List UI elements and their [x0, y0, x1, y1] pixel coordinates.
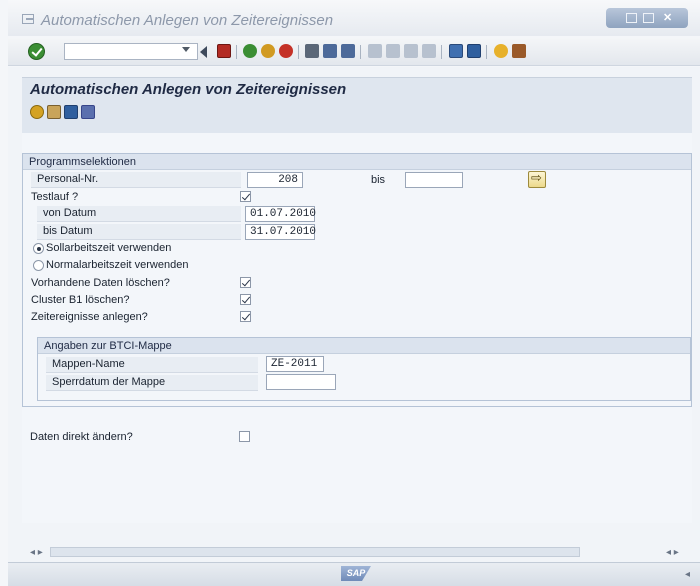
daten-direkt-checkbox[interactable] — [239, 431, 250, 442]
window-menu-icon[interactable] — [22, 14, 34, 24]
selection-screen: Programmselektionen Personal-Nr. 208 bis… — [22, 133, 692, 523]
find-icon[interactable] — [323, 44, 337, 58]
bis-datum-field[interactable]: 31.07.2010 — [245, 224, 316, 240]
toolbar-separator — [298, 45, 299, 59]
system-toolbar — [8, 38, 700, 66]
customize-layout-icon[interactable] — [512, 44, 526, 58]
mappen-name-label: Mappen-Name — [46, 357, 258, 373]
last-page-icon[interactable] — [422, 44, 436, 58]
cluster-b1-label: Cluster B1 löschen? — [31, 294, 130, 306]
back-icon[interactable] — [200, 46, 207, 58]
sollarbeitszeit-label: Sollarbeitszeit verwenden — [46, 242, 172, 254]
sap-window: Automatischen Anlegen von Zeitereignisse… — [0, 0, 700, 586]
status-bar: SAP ◂ — [8, 562, 700, 586]
close-icon[interactable]: ✕ — [663, 13, 674, 24]
first-page-icon[interactable] — [368, 44, 382, 58]
command-field[interactable] — [64, 43, 198, 60]
get-variant-icon[interactable] — [47, 105, 61, 119]
normalarbeitszeit-label: Normalarbeitszeit verwenden — [46, 259, 189, 271]
title-bar: Automatischen Anlegen von Zeitereignisse… — [8, 0, 700, 36]
title-area: Automatischen Anlegen von Zeitereignisse… — [22, 77, 692, 133]
personal-nr-label: Personal-Nr. — [31, 172, 241, 188]
btci-group-title: Angaben zur BTCI-Mappe — [38, 338, 690, 354]
personal-nr-to-field[interactable] — [405, 172, 463, 188]
print-icon[interactable] — [305, 44, 319, 58]
zeitereignisse-checkbox[interactable] — [240, 311, 251, 322]
normalarbeitszeit-radio[interactable] — [33, 260, 44, 271]
execute-icon[interactable] — [30, 105, 44, 119]
toolbar-separator — [486, 45, 487, 59]
mappen-name-field[interactable]: ZE-2011 — [266, 356, 324, 372]
von-datum-field[interactable]: 01.07.2010 — [245, 206, 316, 222]
group-title: Programmselektionen — [23, 154, 691, 170]
vorhandene-daten-checkbox[interactable] — [240, 277, 251, 288]
toolbar-separator — [360, 45, 361, 59]
bis-label: bis — [371, 174, 386, 186]
enter-check-icon[interactable] — [28, 43, 45, 60]
page-title: Automatischen Anlegen von Zeitereignisse… — [30, 81, 347, 98]
zeitereignisse-label: Zeitereignisse anlegen? — [31, 311, 148, 323]
find-next-icon[interactable] — [341, 44, 355, 58]
sollarbeitszeit-radio[interactable] — [33, 243, 44, 254]
daten-direkt-label: Daten direkt ändern? — [30, 431, 133, 443]
multiple-selection-button[interactable] — [528, 170, 546, 188]
minimize-icon[interactable] — [626, 13, 637, 23]
exit-icon[interactable] — [261, 44, 275, 58]
window-title: Automatischen Anlegen von Zeitereignisse… — [41, 12, 334, 29]
shortcut-icon[interactable] — [467, 44, 481, 58]
vorhandene-daten-label: Vorhandene Daten löschen? — [31, 277, 170, 289]
back-green-icon[interactable] — [243, 44, 257, 58]
main-content: Automatischen Anlegen von Zeitereignisse… — [8, 67, 700, 586]
testlauf-checkbox[interactable] — [240, 191, 251, 202]
next-page-icon[interactable] — [404, 44, 418, 58]
command-history-dropdown-icon[interactable] — [182, 47, 190, 52]
create-session-icon[interactable] — [449, 44, 463, 58]
maximize-icon[interactable] — [643, 13, 654, 23]
status-expand-icon[interactable]: ◂ — [685, 569, 690, 580]
scroll-left-icon[interactable]: ◂ ▸ — [30, 546, 44, 559]
window-controls: ✕ — [606, 8, 688, 28]
toolbar-separator — [441, 45, 442, 59]
scroll-track[interactable] — [50, 547, 580, 557]
personal-nr-field[interactable]: 208 — [247, 172, 303, 188]
btci-group: Angaben zur BTCI-Mappe Mappen-Name ZE-20… — [37, 337, 691, 401]
save-icon[interactable] — [217, 44, 231, 58]
previous-page-icon[interactable] — [386, 44, 400, 58]
help-icon[interactable] — [494, 44, 508, 58]
bis-datum-label: bis Datum — [37, 224, 241, 240]
program-selections-group: Programmselektionen Personal-Nr. 208 bis… — [22, 153, 692, 407]
info-icon[interactable] — [64, 105, 78, 119]
horizontal-scrollbar[interactable]: ◂ ▸ ◂ ▸ — [30, 546, 700, 559]
cluster-b1-checkbox[interactable] — [240, 294, 251, 305]
sap-logo: SAP — [341, 566, 371, 581]
toolbar-separator — [236, 45, 237, 59]
selection-options-icon[interactable] — [81, 105, 95, 119]
scroll-right-icon[interactable]: ◂ ▸ — [666, 546, 680, 559]
cancel-icon[interactable] — [279, 44, 293, 58]
testlauf-label: Testlauf ? — [31, 191, 79, 203]
sperrdatum-field[interactable] — [266, 374, 336, 390]
sperrdatum-label: Sperrdatum der Mappe — [46, 375, 258, 391]
von-datum-label: von Datum — [37, 206, 241, 222]
